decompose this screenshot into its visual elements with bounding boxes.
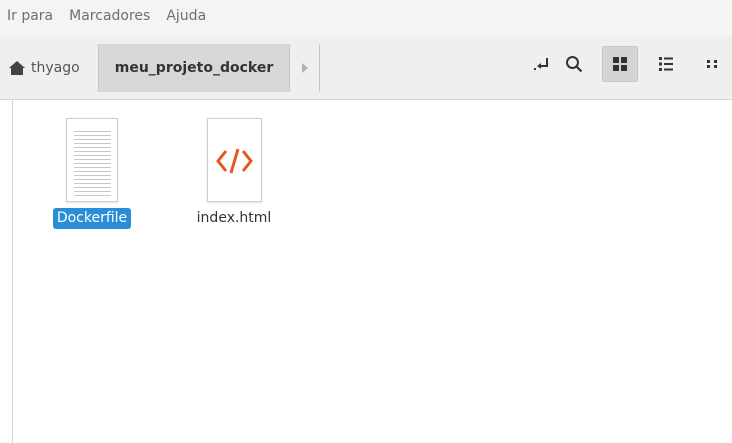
search-icon [566, 56, 583, 73]
toolbar: thyago meu_projeto_docker [0, 36, 732, 100]
list-view-icon [659, 57, 673, 71]
grid-view-button[interactable] [602, 46, 638, 82]
path-button-home[interactable]: thyago [0, 44, 98, 92]
grid-view-icon [613, 57, 627, 71]
file-item-index-html[interactable]: index.html [189, 118, 279, 229]
menu-item-go[interactable]: Ir para [7, 0, 53, 24]
text-file-icon [66, 118, 118, 202]
menu-item-bookmarks[interactable]: Marcadores [69, 0, 150, 24]
menu-bar: Ir para Marcadores Ajuda [0, 0, 732, 36]
path-home-label: thyago [31, 60, 80, 76]
enter-location-icon [534, 58, 548, 70]
file-name-dockerfile: Dockerfile [52, 208, 132, 229]
search-button[interactable] [556, 46, 592, 82]
menu-item-help[interactable]: Ajuda [166, 0, 206, 24]
sidebar-divider [12, 100, 13, 443]
path-button-current[interactable]: meu_projeto_docker [98, 44, 290, 92]
code-brackets-icon [215, 148, 253, 174]
compact-view-icon [707, 60, 717, 68]
path-forward-button[interactable] [290, 44, 320, 92]
chevron-right-icon [301, 63, 308, 73]
list-view-button[interactable] [648, 46, 684, 82]
home-icon [9, 61, 25, 75]
file-manager-window: Ir para Marcadores Ajuda thyago meu_proj… [0, 0, 732, 443]
file-name-index-html: index.html [196, 210, 272, 226]
path-current-label: meu_projeto_docker [114, 60, 274, 76]
file-item-dockerfile[interactable]: Dockerfile [47, 118, 137, 229]
html-file-icon [206, 118, 262, 202]
enter-location-button[interactable] [524, 46, 560, 82]
compact-view-button[interactable] [694, 46, 730, 82]
